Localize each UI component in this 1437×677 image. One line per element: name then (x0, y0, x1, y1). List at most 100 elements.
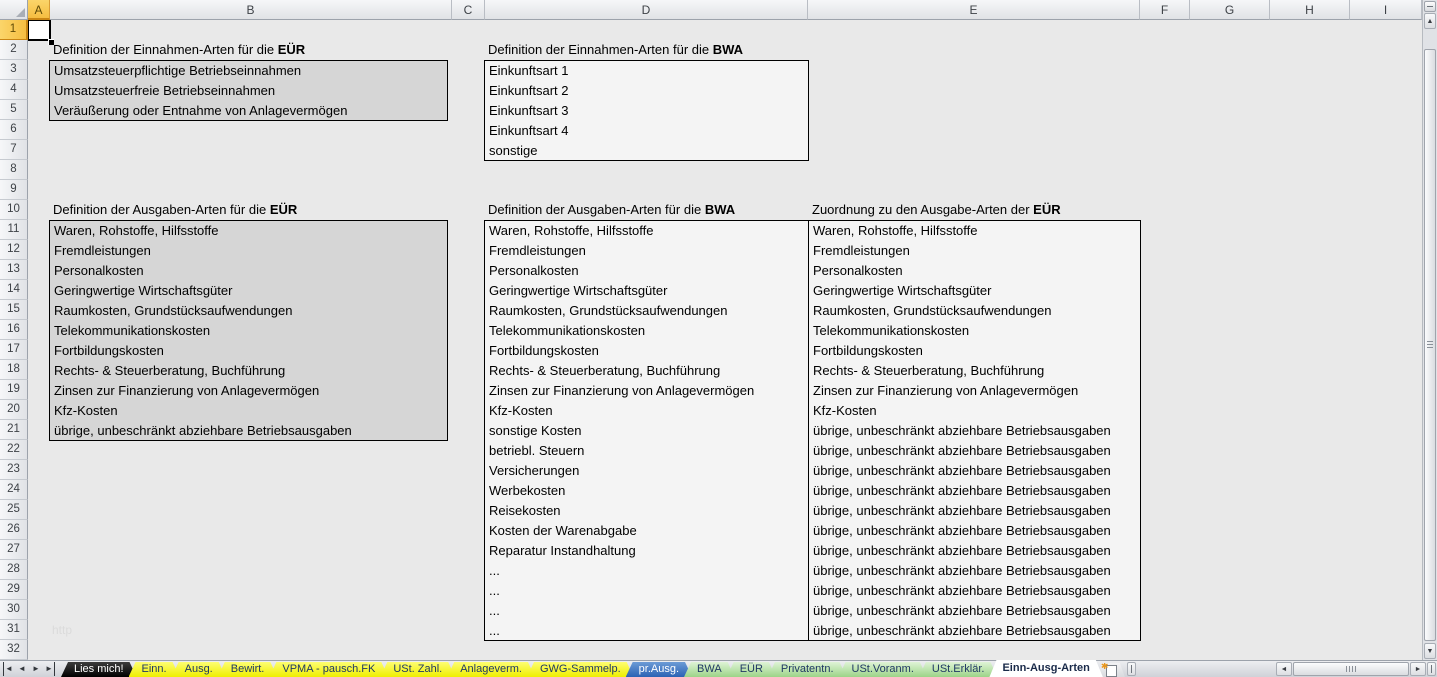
row-header[interactable]: 19 (0, 380, 28, 400)
expenses-eur-cell[interactable]: Telekommunikationskosten (50, 321, 447, 341)
row-header[interactable]: 14 (0, 280, 28, 300)
expenses-eur-cell[interactable]: Fortbildungskosten (50, 341, 447, 361)
expenses-eur-cell[interactable]: Kfz-Kosten (50, 401, 447, 421)
row-header[interactable]: 9 (0, 180, 28, 200)
mapping-eur-cell[interactable]: übrige, unbeschränkt abziehbare Betriebs… (809, 501, 1140, 521)
row-header[interactable]: 17 (0, 340, 28, 360)
sheet-tab[interactable]: USt.Voranm. (839, 662, 927, 677)
row-header[interactable]: 26 (0, 520, 28, 540)
income-bwa-cell[interactable]: Einkunftsart 3 (485, 101, 808, 121)
sheet-tab[interactable]: VPMA - pausch.FK (269, 662, 388, 677)
expenses-bwa-cell[interactable]: ... (485, 621, 808, 641)
last-sheet-button[interactable]: ► (43, 662, 57, 676)
sheet-tab[interactable]: EÜR (727, 662, 776, 677)
column-header-b[interactable]: B (50, 0, 452, 20)
mapping-eur-cell[interactable]: übrige, unbeschränkt abziehbare Betriebs… (809, 581, 1140, 601)
first-sheet-button[interactable]: ◄ (1, 662, 15, 676)
row-header[interactable]: 3 (0, 60, 28, 80)
sheet-tab[interactable]: Einn-Ausg-Arten (989, 660, 1102, 677)
row-header[interactable]: 29 (0, 580, 28, 600)
income-bwa-cell[interactable]: Einkunftsart 1 (485, 61, 808, 81)
active-cell-a1[interactable] (27, 19, 51, 41)
income-eur-cell[interactable]: Umsatzsteuerpflichtige Betriebseinnahmen (50, 61, 447, 81)
expenses-bwa-cell[interactable]: ... (485, 581, 808, 601)
expenses-bwa-cell[interactable]: Waren, Rohstoffe, Hilfsstoffe (485, 221, 808, 241)
expenses-bwa-title[interactable]: Definition der Ausgaben-Arten für die BW… (484, 200, 735, 220)
scroll-right-button[interactable]: ► (1410, 662, 1426, 676)
mapping-eur-cell[interactable]: übrige, unbeschränkt abziehbare Betriebs… (809, 421, 1140, 441)
tab-scrollbar-splitter[interactable] (1127, 662, 1136, 676)
column-header-d[interactable]: D (485, 0, 808, 20)
expenses-bwa-cell[interactable]: Telekommunikationskosten (485, 321, 808, 341)
expenses-eur-cell[interactable]: Zinsen zur Finanzierung von Anlagevermög… (50, 381, 447, 401)
sheet-tab[interactable]: GWG-Sammelp. (527, 662, 634, 677)
expenses-bwa-cell[interactable]: Reparatur Instandhaltung (485, 541, 808, 561)
row-header[interactable]: 2 (0, 40, 28, 60)
row-header[interactable]: 6 (0, 120, 28, 140)
horizontal-scroll-thumb[interactable] (1293, 662, 1409, 676)
expenses-bwa-cell[interactable]: Kosten der Warenabgabe (485, 521, 808, 541)
row-header[interactable]: 21 (0, 420, 28, 440)
sheet-tab[interactable]: Anlageverm. (447, 662, 535, 677)
mapping-eur-cell[interactable]: Telekommunikationskosten (809, 321, 1140, 341)
window-splitter[interactable] (1427, 662, 1436, 676)
row-header[interactable]: 31 (0, 620, 28, 640)
worksheet-area[interactable]: Definition der Einnahmen-Arten für die E… (28, 20, 1422, 660)
income-bwa-cell[interactable]: Einkunftsart 2 (485, 81, 808, 101)
expenses-bwa-cell[interactable]: Fortbildungskosten (485, 341, 808, 361)
row-header[interactable]: 8 (0, 160, 28, 180)
mapping-eur-cell[interactable]: Personalkosten (809, 261, 1140, 281)
mapping-eur-cell[interactable]: übrige, unbeschränkt abziehbare Betriebs… (809, 601, 1140, 621)
expenses-bwa-cell[interactable]: Raumkosten, Grundstücksaufwendungen (485, 301, 808, 321)
scroll-left-button[interactable]: ◄ (1276, 662, 1292, 676)
mapping-eur-cell[interactable]: übrige, unbeschränkt abziehbare Betriebs… (809, 521, 1140, 541)
expenses-eur-cell[interactable]: übrige, unbeschränkt abziehbare Betriebs… (50, 421, 447, 441)
row-header[interactable]: 18 (0, 360, 28, 380)
expenses-eur-cell[interactable]: Geringwertige Wirtschaftsgüter (50, 281, 447, 301)
expenses-eur-title[interactable]: Definition der Ausgaben-Arten für die EÜ… (49, 200, 297, 220)
expenses-eur-cell[interactable]: Personalkosten (50, 261, 447, 281)
column-header-g[interactable]: G (1190, 0, 1270, 20)
row-header[interactable]: 4 (0, 80, 28, 100)
mapping-eur-cell[interactable]: Rechts- & Steuerberatung, Buchführung (809, 361, 1140, 381)
column-header-i[interactable]: I (1350, 0, 1422, 20)
expenses-bwa-cell[interactable]: Personalkosten (485, 261, 808, 281)
row-header[interactable]: 10 (0, 200, 28, 220)
row-header[interactable]: 30 (0, 600, 28, 620)
row-header[interactable]: 20 (0, 400, 28, 420)
sheet-tab[interactable]: BWA (684, 662, 735, 677)
sheet-tab[interactable]: Einn. (129, 662, 180, 677)
row-header[interactable]: 27 (0, 540, 28, 560)
vertical-scrollbar[interactable]: ▲ ▼ (1422, 0, 1437, 660)
row-header[interactable]: 11 (0, 220, 28, 240)
row-header[interactable]: 32 (0, 640, 28, 660)
income-bwa-cell[interactable]: Einkunftsart 4 (485, 121, 808, 141)
expenses-eur-cell[interactable]: Waren, Rohstoffe, Hilfsstoffe (50, 221, 447, 241)
mapping-eur-cell[interactable]: Fortbildungskosten (809, 341, 1140, 361)
row-header[interactable]: 16 (0, 320, 28, 340)
mapping-eur-cell[interactable]: übrige, unbeschränkt abziehbare Betriebs… (809, 561, 1140, 581)
scroll-up-button[interactable]: ▲ (1424, 13, 1436, 29)
row-header[interactable]: 23 (0, 460, 28, 480)
mapping-eur-cell[interactable]: Zinsen zur Finanzierung von Anlagevermög… (809, 381, 1140, 401)
expenses-bwa-cell[interactable]: Geringwertige Wirtschaftsgüter (485, 281, 808, 301)
fill-handle[interactable] (48, 39, 54, 45)
mapping-eur-cell[interactable]: übrige, unbeschränkt abziehbare Betriebs… (809, 461, 1140, 481)
mapping-eur-cell[interactable]: übrige, unbeschränkt abziehbare Betriebs… (809, 441, 1140, 461)
previous-sheet-button[interactable]: ◄ (15, 662, 29, 676)
sheet-tab[interactable]: Privatentn. (768, 662, 847, 677)
expenses-eur-cell[interactable]: Rechts- & Steuerberatung, Buchführung (50, 361, 447, 381)
expenses-bwa-cell[interactable]: ... (485, 561, 808, 581)
vertical-scroll-thumb[interactable] (1424, 49, 1436, 641)
next-sheet-button[interactable]: ► (29, 662, 43, 676)
income-eur-cell[interactable]: Umsatzsteuerfreie Betriebseinnahmen (50, 81, 447, 101)
expenses-bwa-cell[interactable]: Rechts- & Steuerberatung, Buchführung (485, 361, 808, 381)
expenses-bwa-cell[interactable]: Versicherungen (485, 461, 808, 481)
mapping-eur-title[interactable]: Zuordnung zu den Ausgabe-Arten der EÜR (808, 200, 1061, 220)
mapping-eur-cell[interactable]: übrige, unbeschränkt abziehbare Betriebs… (809, 621, 1140, 641)
sheet-tab[interactable]: Bewirt. (218, 662, 278, 677)
mapping-eur-cell[interactable]: Raumkosten, Grundstücksaufwendungen (809, 301, 1140, 321)
mapping-eur-cell[interactable]: Kfz-Kosten (809, 401, 1140, 421)
mapping-eur-cell[interactable]: übrige, unbeschränkt abziehbare Betriebs… (809, 481, 1140, 501)
expenses-eur-cell[interactable]: Fremdleistungen (50, 241, 447, 261)
